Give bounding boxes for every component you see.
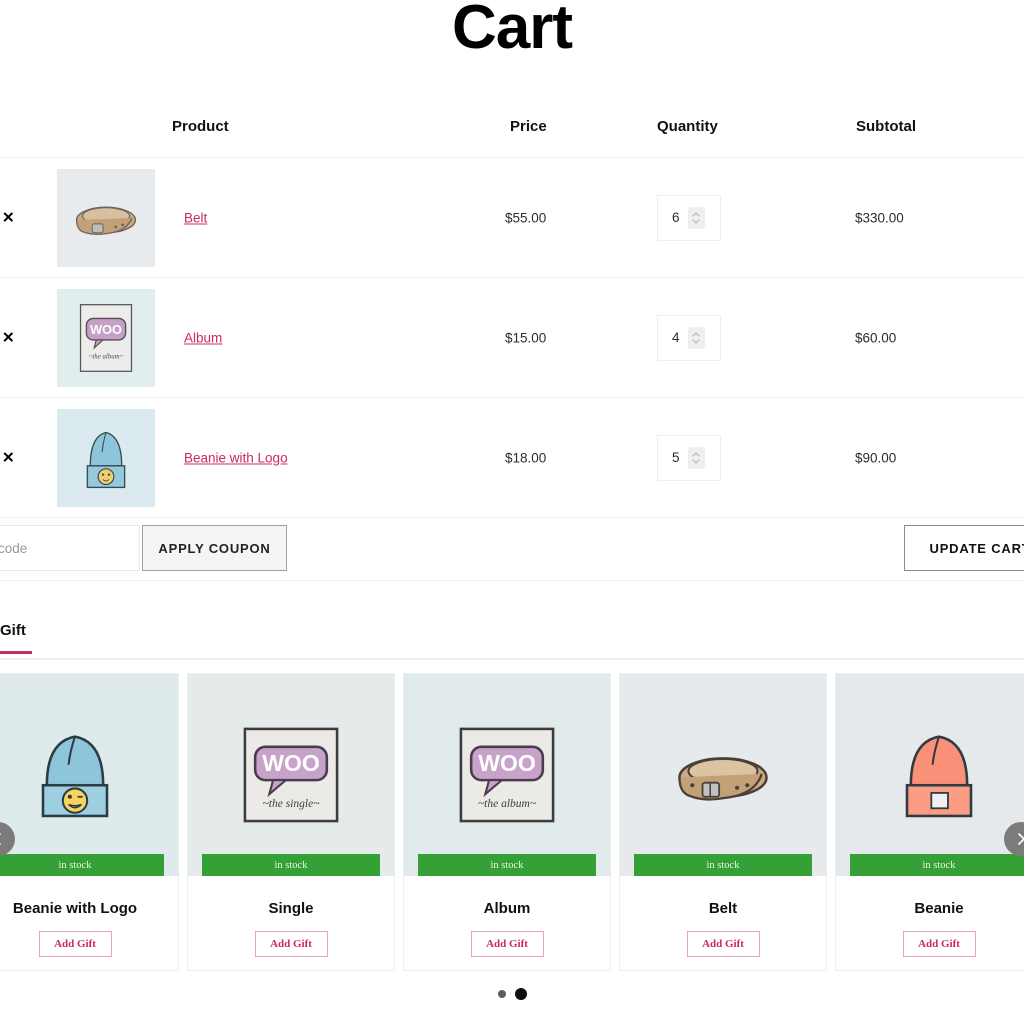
status-badge: in stock bbox=[850, 854, 1024, 876]
column-header-subtotal: Subtotal bbox=[856, 118, 916, 135]
gift-tabs: Gift bbox=[0, 622, 1024, 660]
gift-card-title: Beanie bbox=[914, 900, 964, 917]
quantity-value: 4 bbox=[672, 330, 680, 345]
pagination-dot-active[interactable] bbox=[514, 988, 527, 1000]
quantity-stepper[interactable]: 5 bbox=[657, 434, 721, 481]
product-link-album[interactable]: Album bbox=[184, 330, 222, 345]
album-thumbnail[interactable]: WOO ~the album~ bbox=[57, 288, 155, 388]
close-x-icon[interactable]: ✕ bbox=[2, 330, 15, 345]
product-link-belt[interactable]: Belt bbox=[184, 210, 207, 225]
status-badge: in stock bbox=[0, 854, 164, 876]
svg-text:~the album~: ~the album~ bbox=[89, 354, 124, 361]
gift-card-title: Belt bbox=[708, 900, 738, 917]
quantity-spinner-icon[interactable] bbox=[687, 326, 705, 349]
quantity-stepper[interactable]: 4 bbox=[657, 314, 721, 361]
product-subtotal: $60.00 bbox=[855, 330, 897, 345]
quantity-stepper[interactable]: 6 bbox=[657, 194, 721, 241]
add-gift-button[interactable]: Add Gift bbox=[38, 931, 112, 957]
column-header-price: Price bbox=[510, 118, 547, 135]
status-badge: in stock bbox=[634, 854, 812, 876]
coupon-row: APPLY COUPON UPDATE CART bbox=[0, 519, 1024, 581]
gift-card[interactable]: WOO ~the single~ in stock Single Add Gif… bbox=[187, 673, 395, 971]
gift-card-info: Belt Add Gift bbox=[620, 876, 826, 970]
apply-coupon-button[interactable]: APPLY COUPON bbox=[142, 525, 287, 571]
add-gift-button[interactable]: Add Gift bbox=[254, 931, 328, 957]
quantity-spinner-icon[interactable] bbox=[687, 446, 705, 469]
svg-text:WOO: WOO bbox=[90, 322, 122, 337]
update-cart-button[interactable]: UPDATE CART bbox=[904, 525, 1024, 571]
cart-page: Cart Product Price Quantity Subtotal ✕ B… bbox=[0, 0, 1024, 1024]
beanie-with-logo-thumbnail[interactable] bbox=[57, 408, 155, 508]
gift-card[interactable]: in stock Beanie Add Gift bbox=[835, 673, 1024, 971]
product-subtotal: $330.00 bbox=[855, 210, 904, 225]
product-subtotal: $90.00 bbox=[855, 450, 897, 465]
status-badge: in stock bbox=[202, 854, 380, 876]
gift-card-info: Album Add Gift bbox=[404, 876, 610, 970]
status-badge: in stock bbox=[418, 854, 596, 876]
quantity-spinner-icon[interactable] bbox=[687, 206, 705, 229]
beanie-with-logo-image: in stock bbox=[0, 674, 178, 876]
quantity-value: 5 bbox=[672, 450, 680, 465]
carousel-pagination bbox=[0, 988, 1024, 1000]
gift-card[interactable]: WOO ~the album~ in stock Album Add Gift bbox=[403, 673, 611, 971]
product-price: $18.00 bbox=[505, 450, 547, 465]
cart-table: Product Price Quantity Subtotal ✕ Belt $… bbox=[0, 118, 1024, 518]
product-price: $55.00 bbox=[505, 210, 547, 225]
svg-text:~the album~: ~the album~ bbox=[478, 798, 537, 810]
album-image: WOO ~the album~ in stock bbox=[404, 674, 610, 876]
quantity-value: 6 bbox=[672, 210, 680, 225]
gift-card-info: Beanie with Logo Add Gift bbox=[0, 876, 178, 970]
add-gift-button[interactable]: Add Gift bbox=[470, 931, 544, 957]
table-row: ✕ Belt $55.00 6 $330.00 bbox=[0, 158, 1024, 278]
column-header-quantity: Quantity bbox=[657, 118, 718, 135]
column-header-product: Product bbox=[172, 118, 229, 135]
belt-image: in stock bbox=[620, 674, 826, 876]
close-x-icon[interactable]: ✕ bbox=[2, 450, 15, 465]
add-gift-button[interactable]: Add Gift bbox=[686, 931, 760, 957]
gift-card-info: Beanie Add Gift bbox=[836, 876, 1024, 970]
gift-carousel: in stock Beanie with Logo Add Gift WOO ~… bbox=[0, 673, 1024, 971]
gift-card[interactable]: in stock Belt Add Gift bbox=[619, 673, 827, 971]
svg-text:WOO: WOO bbox=[478, 750, 536, 776]
add-gift-button[interactable]: Add Gift bbox=[902, 931, 976, 957]
close-x-icon[interactable]: ✕ bbox=[2, 210, 15, 225]
svg-text:WOO: WOO bbox=[262, 750, 320, 776]
beanie-image: in stock bbox=[836, 674, 1024, 876]
product-price: $15.00 bbox=[505, 330, 547, 345]
cart-table-header: Product Price Quantity Subtotal bbox=[0, 118, 1024, 158]
pagination-dot[interactable] bbox=[497, 990, 506, 998]
tab-gift[interactable]: Gift bbox=[0, 622, 32, 654]
single-image: WOO ~the single~ in stock bbox=[188, 674, 394, 876]
belt-thumbnail[interactable] bbox=[57, 168, 155, 268]
coupon-code-input[interactable] bbox=[0, 525, 140, 571]
table-row: ✕ Beanie with Logo $18.00 5 $90.00 bbox=[0, 398, 1024, 518]
page-title: Cart bbox=[451, 0, 573, 62]
gift-card-title: Album bbox=[483, 900, 531, 917]
product-link-beanie-with-logo[interactable]: Beanie with Logo bbox=[184, 450, 288, 465]
gift-card-title: Single bbox=[268, 900, 314, 917]
gift-card-title: Beanie with Logo bbox=[12, 900, 138, 917]
gift-card-info: Single Add Gift bbox=[188, 876, 394, 970]
table-row: ✕ WOO ~the album~ Album $15.00 4 $60.00 bbox=[0, 278, 1024, 398]
gift-card[interactable]: in stock Beanie with Logo Add Gift bbox=[0, 673, 179, 971]
svg-text:~the single~: ~the single~ bbox=[263, 798, 321, 810]
